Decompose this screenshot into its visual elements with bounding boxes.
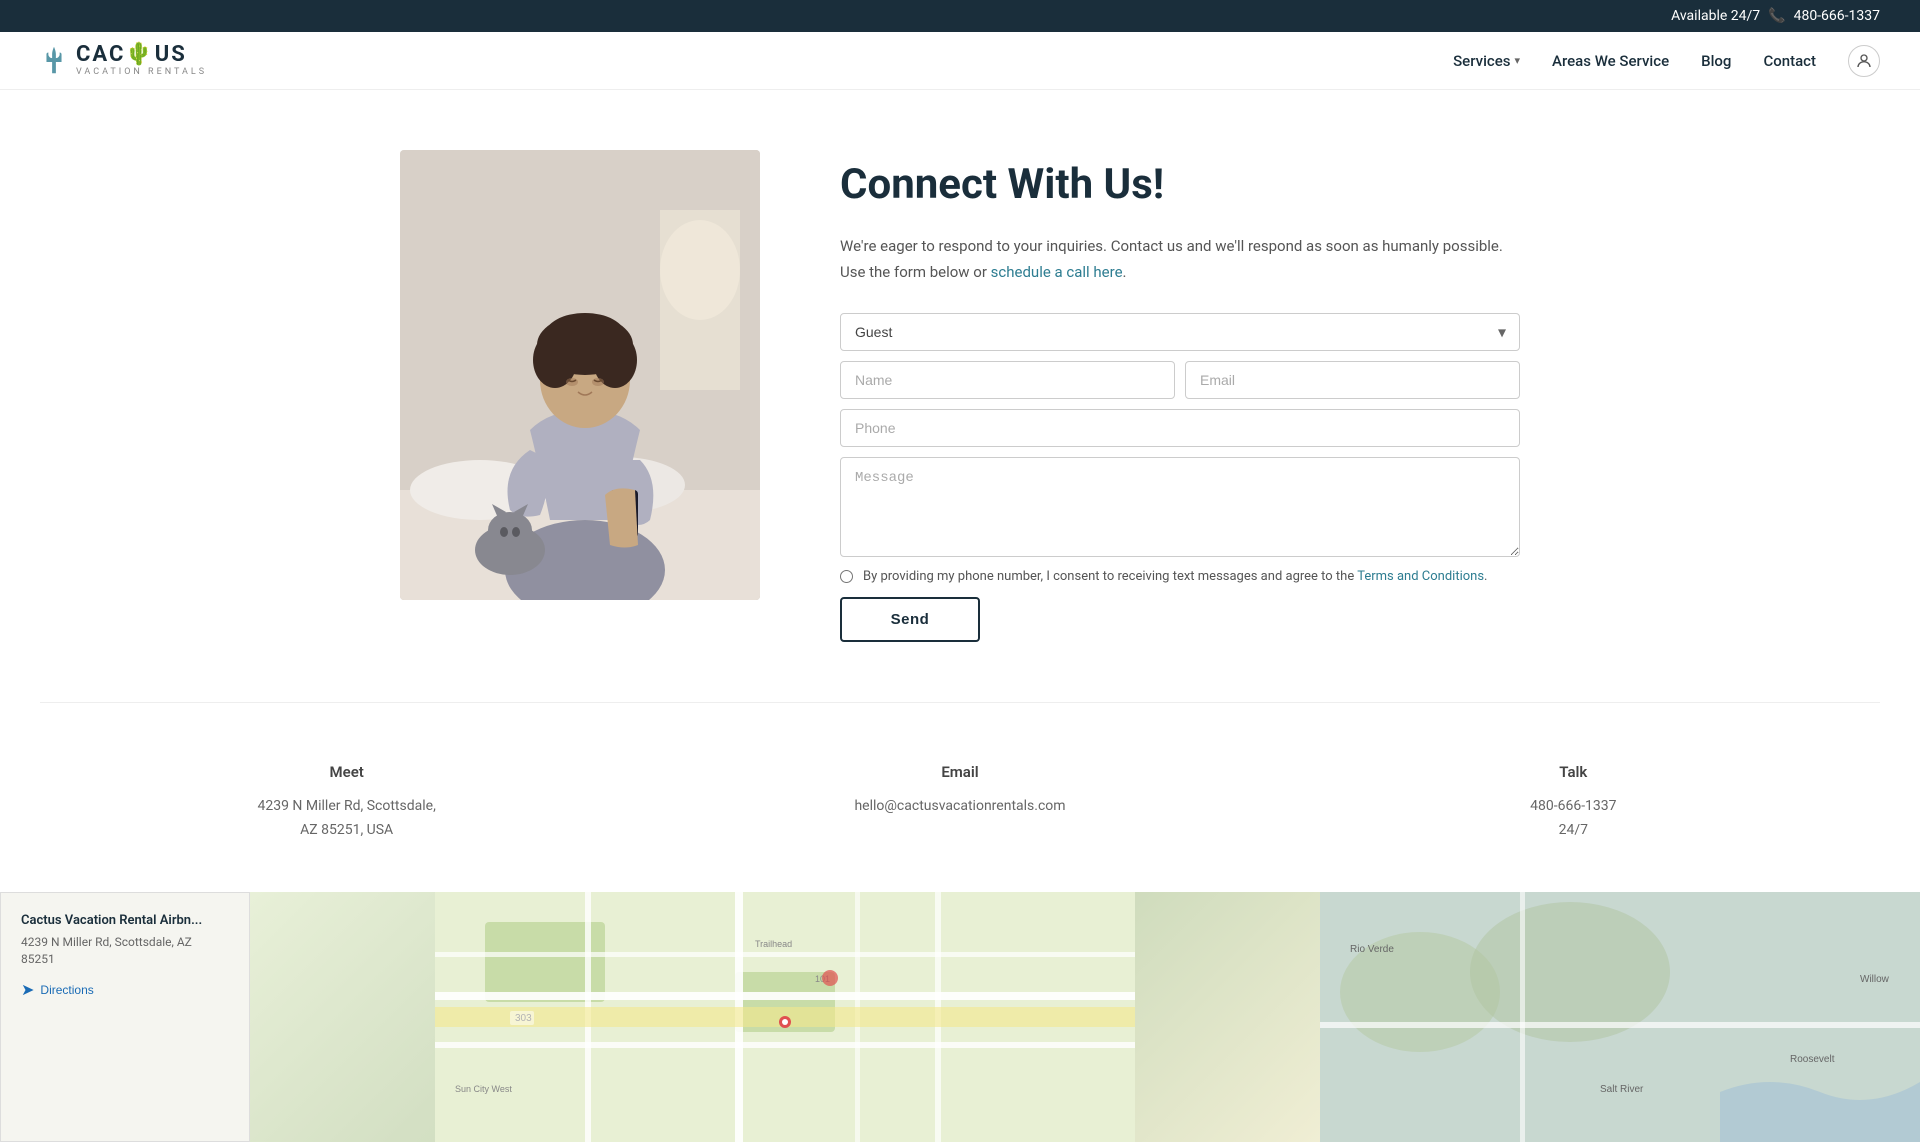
nav-areas[interactable]: Areas We Service: [1552, 52, 1669, 70]
map-business-name: Cactus Vacation Rental Airbn...: [21, 913, 229, 928]
svg-text:Willow: Willow: [1860, 974, 1890, 985]
chevron-down-icon: ▾: [1514, 54, 1520, 67]
form-section: Connect With Us! We're eager to respond …: [840, 150, 1520, 642]
desc-text-end: .: [1123, 263, 1127, 281]
consent-radio[interactable]: [840, 570, 853, 583]
page-title: Connect With Us!: [840, 160, 1520, 210]
email-address: hello@cactusvacationrentals.com: [693, 795, 1226, 819]
nav-blog[interactable]: Blog: [1701, 52, 1731, 70]
svg-text:Sun City West: Sun City West: [455, 1084, 512, 1094]
main-content: Connect With Us! We're eager to respond …: [360, 150, 1560, 642]
contact-form: Guest Owner Other By providing my phone …: [840, 313, 1520, 642]
map-section: Cactus Vacation Rental Airbn... 4239 N M…: [0, 892, 1920, 1142]
phone-icon: 📞: [1768, 8, 1785, 24]
directions-button[interactable]: ➤ Directions: [21, 980, 229, 1000]
available-text: Available 24/7: [1671, 8, 1760, 24]
meet-label: Meet: [80, 763, 613, 781]
meet-address-line1: 4239 N Miller Rd, Scottsdale,: [257, 798, 435, 814]
map-right: Rio Verde Roosevelt Willow Salt River: [1320, 892, 1920, 1142]
meet-address: 4239 N Miller Rd, Scottsdale, AZ 85251, …: [80, 795, 613, 843]
image-section: [400, 150, 760, 600]
name-input[interactable]: [840, 361, 1175, 399]
logo-brand: CAC🌵US: [76, 44, 207, 66]
top-bar: Available 24/7 📞 480-666-1337: [0, 0, 1920, 32]
person-illustration: [400, 150, 760, 600]
meet-block: Meet 4239 N Miller Rd, Scottsdale, AZ 85…: [40, 743, 653, 863]
email-input[interactable]: [1185, 361, 1520, 399]
main-nav: Services ▾ Areas We Service Blog Contact: [1453, 45, 1880, 77]
nav-contact[interactable]: Contact: [1763, 52, 1816, 70]
consent-area: By providing my phone number, I consent …: [840, 567, 1520, 587]
send-button[interactable]: Send: [840, 597, 980, 642]
map-right-svg: Rio Verde Roosevelt Willow Salt River: [1320, 892, 1920, 1142]
desc-text-start: We're eager to respond to your inquiries…: [840, 237, 1503, 281]
contact-image: [400, 150, 760, 600]
section-description: We're eager to respond to your inquiries…: [840, 234, 1520, 285]
map-roads-svg: 303 Trailhead Sun City West 101: [250, 892, 1320, 1142]
map-address: 4239 N Miller Rd, Scottsdale, AZ 85251: [21, 934, 229, 968]
email-block: Email hello@cactusvacationrentals.com: [653, 743, 1266, 863]
talk-hours: 24/7: [1559, 822, 1588, 838]
guest-type-wrapper: Guest Owner Other: [840, 313, 1520, 351]
directions-icon: ➤: [21, 980, 34, 1000]
logo-text: CAC🌵US VACATION RENTALS: [76, 44, 207, 77]
map-center[interactable]: 303 Trailhead Sun City West 101: [250, 892, 1320, 1142]
terms-link[interactable]: Terms and Conditions: [1357, 569, 1484, 584]
nav-services[interactable]: Services ▾: [1453, 52, 1520, 70]
talk-block: Talk 480-666-1337 24/7: [1267, 743, 1880, 863]
consent-text: By providing my phone number, I consent …: [863, 567, 1487, 587]
header: CAC🌵US VACATION RENTALS Services ▾ Areas…: [0, 32, 1920, 90]
user-account-icon[interactable]: [1848, 45, 1880, 77]
svg-text:Trailhead: Trailhead: [755, 939, 792, 949]
contact-info-section: Meet 4239 N Miller Rd, Scottsdale, AZ 85…: [40, 702, 1880, 883]
svg-text:Roosevelt: Roosevelt: [1790, 1054, 1835, 1065]
logo-icon: [40, 45, 68, 77]
talk-details: 480-666-1337 24/7: [1307, 795, 1840, 843]
message-textarea[interactable]: [840, 457, 1520, 557]
phone-input[interactable]: [840, 409, 1520, 447]
svg-text:Salt River: Salt River: [1600, 1084, 1644, 1095]
talk-phone: 480-666-1337: [1530, 798, 1616, 814]
guest-type-select[interactable]: Guest Owner Other: [840, 313, 1520, 351]
logo: CAC🌵US VACATION RENTALS: [40, 44, 207, 77]
email-label: Email: [693, 763, 1226, 781]
talk-label: Talk: [1307, 763, 1840, 781]
phone-number: 480-666-1337: [1794, 8, 1880, 24]
name-email-row: [840, 361, 1520, 399]
schedule-call-link[interactable]: schedule a call here: [991, 263, 1123, 281]
svg-text:Rio Verde: Rio Verde: [1350, 944, 1394, 955]
logo-sub: VACATION RENTALS: [76, 68, 207, 77]
map-info-panel: Cactus Vacation Rental Airbn... 4239 N M…: [0, 892, 250, 1142]
meet-address-line2: AZ 85251, USA: [300, 822, 393, 838]
